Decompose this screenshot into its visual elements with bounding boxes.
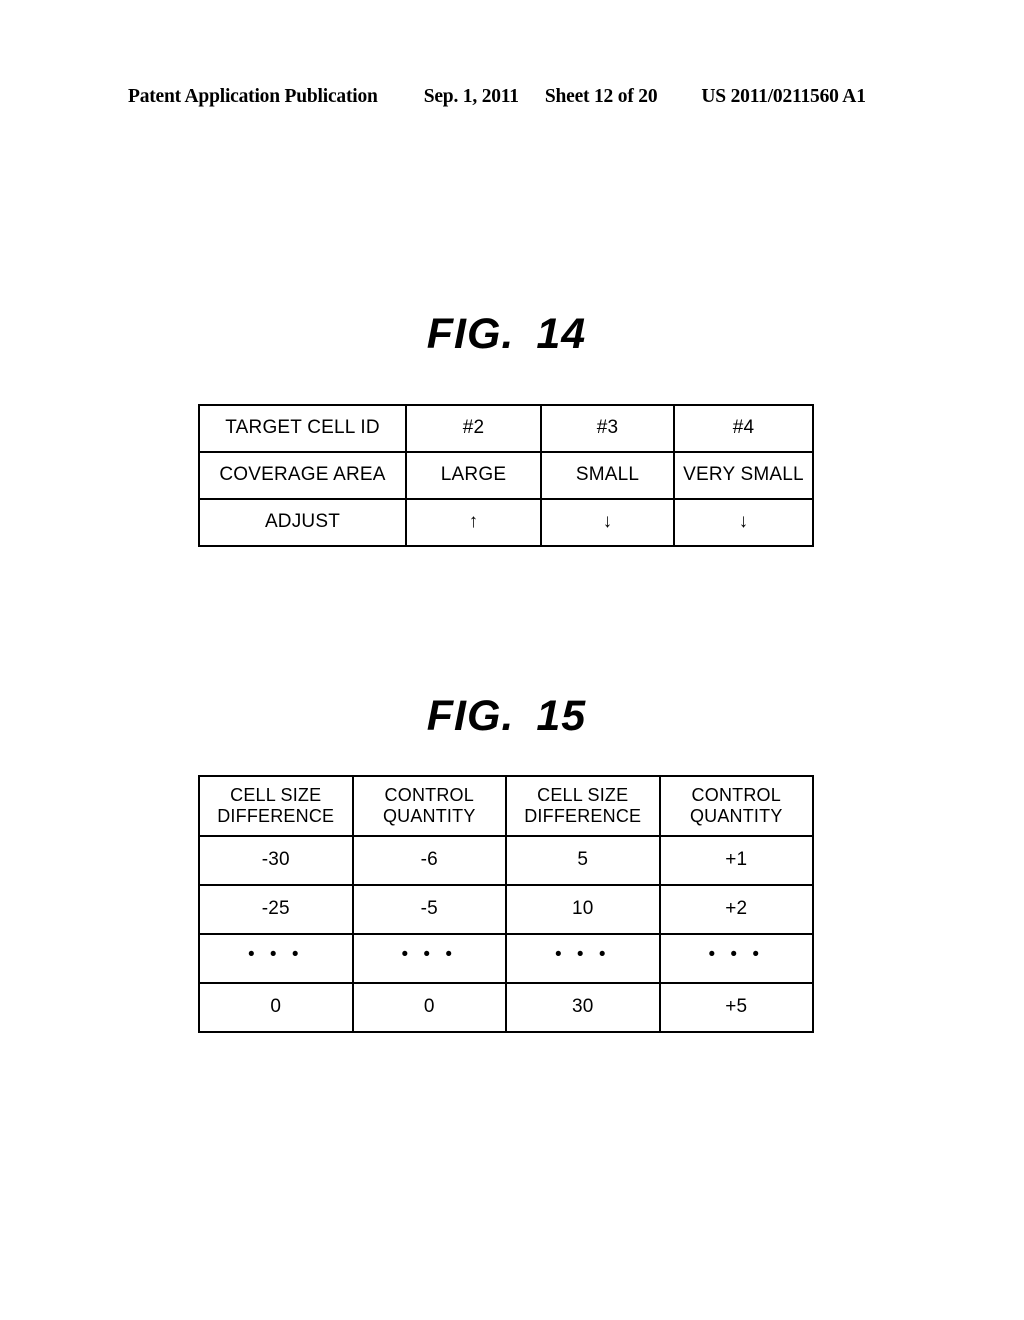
ellipsis-dots: • • • [708,944,764,966]
control-quantity-value: -5 [351,884,507,935]
control-quantity-value: +1 [658,835,814,886]
header-publication-label: Patent Application Publication [128,86,378,107]
ellipsis-cell: • • • [505,933,661,984]
table-row: ADJUST ↑ ↓ ↓ [198,498,814,547]
ellipsis-cell: • • • [351,933,507,984]
cell-coverage-area-3: SMALL [540,451,675,500]
cell-coverage-area-2: LARGE [405,451,542,500]
table-row-ellipsis: • • • • • • • • • • • • [198,933,814,984]
column-header-control-quantity-2: CONTROL QUANTITY [658,775,814,837]
cell-target-cell-id-2: #2 [405,404,542,453]
arrow-up-icon: ↑ [405,498,542,547]
figure-14-title: FIG. 14 [0,310,1013,359]
header-line-2: DIFFERENCE [524,806,642,826]
arrow-down-icon: ↓ [673,498,814,547]
cell-size-difference-value: -25 [198,884,354,935]
table-header-row: CELL SIZE DIFFERENCE CONTROL QUANTITY CE… [198,775,814,837]
ellipsis-dots: • • • [554,944,611,966]
ellipsis-dots: • • • [247,944,304,966]
cell-size-difference-value: 30 [505,982,661,1033]
header-line-1: CONTROL [691,785,781,806]
header-line-1: CELL SIZE [230,785,322,806]
cell-size-difference-value: 5 [505,835,661,886]
header-line-2: DIFFERENCE [217,806,335,826]
figure-14-title-number: 14 [536,310,587,358]
arrow-down-icon: ↓ [540,498,675,547]
header-patent-number: US 2011/0211560 A1 [701,86,866,107]
table-row: -25 -5 10 +2 [198,884,814,935]
control-quantity-value: -6 [351,835,507,886]
header-line-2: QUANTITY [382,806,476,826]
page-header: Patent Application Publication Sep. 1, 2… [128,86,884,112]
header-line-2: QUANTITY [689,806,783,826]
figure-15-title-prefix: FIG. [426,692,515,740]
cell-size-difference-value: 10 [505,884,661,935]
cell-size-difference-value: -30 [198,835,354,886]
header-line-1: CELL SIZE [537,785,629,806]
control-quantity-value: 0 [351,982,507,1033]
table-row: -30 -6 5 +1 [198,835,814,886]
cell-coverage-area-4: VERY SMALL [673,451,814,500]
table-row: COVERAGE AREA LARGE SMALL VERY SMALL [198,451,814,500]
ellipsis-dots: • • • [401,944,457,966]
cell-size-difference-value: 0 [198,982,354,1033]
figure-15-table: CELL SIZE DIFFERENCE CONTROL QUANTITY CE… [198,775,814,1033]
header-sheet-label: Sheet 12 of 20 [544,86,658,107]
figure-15-title: FIG. 15 [0,692,1013,741]
control-quantity-value: +5 [658,982,814,1033]
row-label-target-cell-id: TARGET CELL ID [198,404,407,453]
column-header-cell-size-difference-2: CELL SIZE DIFFERENCE [505,775,661,837]
ellipsis-cell: • • • [198,933,354,984]
cell-target-cell-id-4: #4 [673,404,814,453]
row-label-adjust: ADJUST [198,498,407,547]
header-line-1: CONTROL [384,785,474,806]
ellipsis-cell: • • • [658,933,814,984]
table-row: TARGET CELL ID #2 #3 #4 [198,404,814,453]
figure-14-table: TARGET CELL ID #2 #3 #4 COVERAGE AREA LA… [198,404,814,547]
figure-14-title-prefix: FIG. [426,310,515,358]
row-label-coverage-area: COVERAGE AREA [198,451,407,500]
figure-15-title-number: 15 [536,692,587,740]
table-row: 0 0 30 +5 [198,982,814,1033]
cell-target-cell-id-3: #3 [540,404,675,453]
control-quantity-value: +2 [658,884,814,935]
header-date-label: Sep. 1, 2011 [423,86,519,107]
column-header-cell-size-difference-1: CELL SIZE DIFFERENCE [198,775,354,837]
column-header-control-quantity-1: CONTROL QUANTITY [351,775,507,837]
